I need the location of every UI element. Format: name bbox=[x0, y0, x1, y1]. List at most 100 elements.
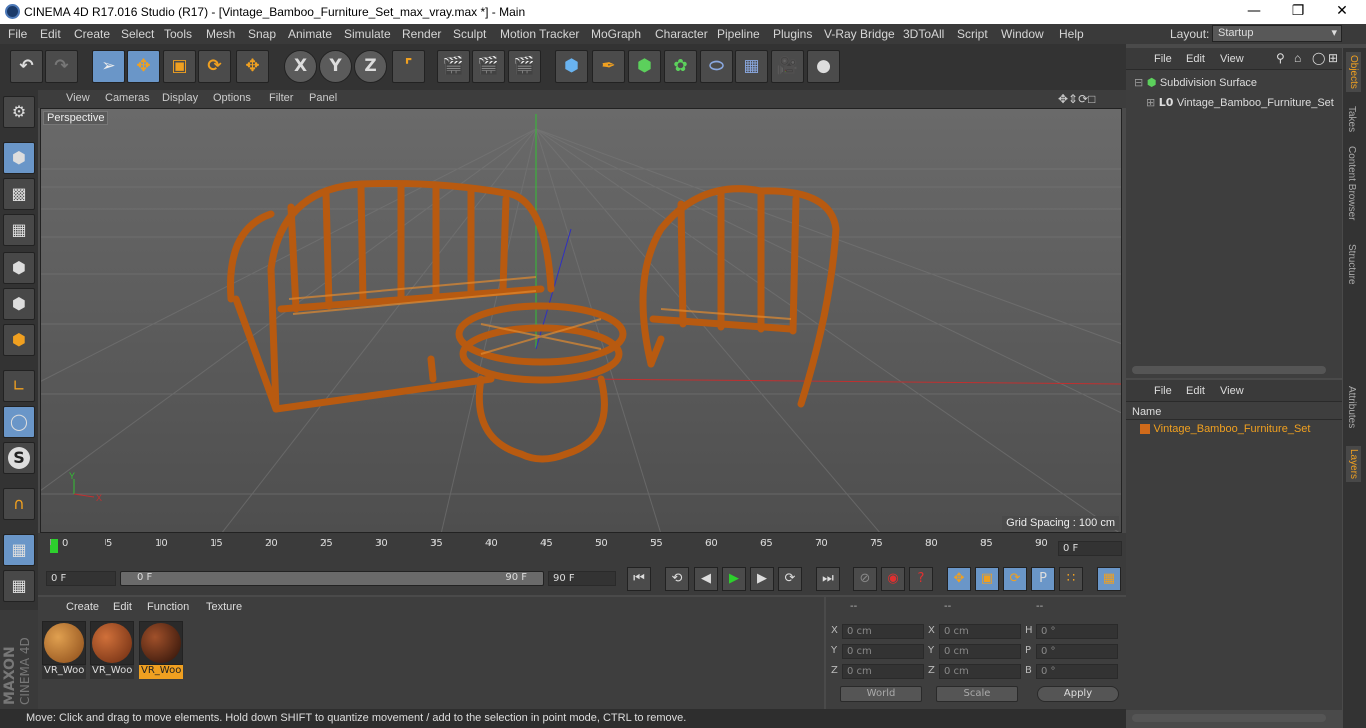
menu-create[interactable]: Create bbox=[74, 27, 110, 41]
close-button[interactable]: ✕ bbox=[1320, 0, 1364, 24]
minimize-button[interactable]: — bbox=[1232, 0, 1276, 24]
go-to-end-button[interactable]: ⏭ bbox=[816, 567, 840, 591]
go-to-start-button[interactable]: ⏮ bbox=[627, 567, 651, 591]
z-axis-lock-button[interactable]: Z bbox=[354, 50, 387, 83]
camera-button[interactable]: 🎥 bbox=[771, 50, 804, 83]
new-window-icon[interactable]: ⊞ bbox=[1328, 51, 1338, 65]
timeline-track[interactable]: 0 5 10 15 20 25 30 35 40 45 50 55 60 65 … bbox=[50, 538, 1050, 559]
viewport-nav-icons[interactable]: ✥⇕⟳□ bbox=[1058, 92, 1095, 106]
tab-attributes[interactable]: Attributes bbox=[1346, 386, 1357, 428]
layout-select[interactable]: Startup ▾ bbox=[1212, 25, 1342, 42]
tab-layers[interactable]: Layers bbox=[1346, 446, 1361, 483]
material-menu-texture[interactable]: Texture bbox=[206, 601, 242, 613]
rotation-b-field[interactable]: 0 ° bbox=[1036, 664, 1118, 679]
menu-pipeline[interactable]: Pipeline bbox=[717, 27, 760, 41]
live-selection-button[interactable]: ➢ bbox=[92, 50, 125, 83]
key-scale-button[interactable]: ▣ bbox=[975, 567, 999, 591]
menu-animate[interactable]: Animate bbox=[288, 27, 332, 41]
autokey-help-button[interactable]: ? bbox=[909, 567, 933, 591]
end-frame-field[interactable]: 90 F bbox=[548, 571, 616, 586]
material-swatch[interactable]: VR_Woo bbox=[90, 621, 134, 679]
previous-frame-button[interactable]: ◀ bbox=[694, 567, 718, 591]
viewport-menu-cameras[interactable]: Cameras bbox=[105, 92, 150, 104]
material-swatch-selected[interactable]: VR_Woo bbox=[139, 621, 183, 679]
objects-menu-view[interactable]: View bbox=[1220, 53, 1244, 65]
size-x-field[interactable]: 0 cm bbox=[939, 624, 1021, 639]
menu-plugins[interactable]: Plugins bbox=[773, 27, 812, 41]
menu-mesh[interactable]: Mesh bbox=[206, 27, 235, 41]
viewport-menu-filter[interactable]: Filter bbox=[269, 92, 293, 104]
viewport-menu-display[interactable]: Display bbox=[162, 92, 198, 104]
make-editable-button[interactable]: ⚙ bbox=[3, 96, 35, 128]
home-icon[interactable]: ⌂ bbox=[1294, 51, 1301, 65]
menu-motion-tracker[interactable]: Motion Tracker bbox=[500, 27, 579, 41]
viewport-menu-options[interactable]: Options bbox=[213, 92, 251, 104]
menu-help[interactable]: Help bbox=[1059, 27, 1084, 41]
tab-content-browser[interactable]: Content Browser bbox=[1346, 146, 1357, 220]
locked-workplane-button[interactable]: ▦ bbox=[3, 570, 35, 602]
object-row-furniture-set[interactable]: ⊞ L0 Vintage_Bamboo_Furniture_Set bbox=[1146, 96, 1342, 114]
key-param-button[interactable]: P bbox=[1031, 567, 1055, 591]
record-button[interactable]: ◉ bbox=[881, 567, 905, 591]
menu-tools[interactable]: Tools bbox=[164, 27, 192, 41]
size-z-field[interactable]: 0 cm bbox=[939, 664, 1021, 679]
tweak-mode-button[interactable]: ◯ bbox=[3, 406, 35, 438]
light-button[interactable]: ● bbox=[807, 50, 840, 83]
position-x-field[interactable]: 0 cm bbox=[842, 624, 924, 639]
material-menu-edit[interactable]: Edit bbox=[113, 601, 132, 613]
current-frame-field[interactable]: 0 F bbox=[1058, 541, 1122, 556]
menu-simulate[interactable]: Simulate bbox=[344, 27, 391, 41]
texture-mode-button[interactable]: ▩ bbox=[3, 178, 35, 210]
layers-menu-file[interactable]: File bbox=[1154, 385, 1172, 397]
rotate-tool-button[interactable]: ⟳ bbox=[198, 50, 231, 83]
objects-menu-edit[interactable]: Edit bbox=[1186, 53, 1205, 65]
menu-select[interactable]: Select bbox=[121, 27, 154, 41]
key-position-button[interactable]: ✥ bbox=[947, 567, 971, 591]
horizontal-scrollbar[interactable] bbox=[1132, 714, 1326, 722]
x-axis-lock-button[interactable]: X bbox=[284, 50, 317, 83]
material-menu-function[interactable]: Function bbox=[147, 601, 189, 613]
render-settings-button[interactable]: 🎬 bbox=[508, 50, 541, 83]
menu-window[interactable]: Window bbox=[1001, 27, 1044, 41]
record-off-button[interactable]: ⊘ bbox=[853, 567, 877, 591]
previous-key-button[interactable]: ⟲ bbox=[665, 567, 689, 591]
material-swatch[interactable]: VR_Woo bbox=[42, 621, 86, 679]
range-slider[interactable]: 0 F 90 F bbox=[120, 571, 544, 586]
objects-menu-file[interactable]: File bbox=[1154, 53, 1172, 65]
tab-objects[interactable]: Objects bbox=[1346, 52, 1361, 92]
render-view-button[interactable]: 🎬 bbox=[437, 50, 470, 83]
solo-button[interactable]: S bbox=[3, 442, 35, 474]
menu-mograph[interactable]: MoGraph bbox=[591, 27, 641, 41]
coordinate-system-button[interactable]: ⌜ bbox=[392, 50, 425, 83]
subdivision-surface-button[interactable]: ⬢ bbox=[628, 50, 661, 83]
playhead-marker[interactable] bbox=[50, 539, 58, 553]
tab-takes[interactable]: Takes bbox=[1346, 106, 1357, 132]
tab-structure[interactable]: Structure bbox=[1346, 244, 1357, 285]
scale-select[interactable]: Scale bbox=[936, 686, 1018, 702]
viewport-menu-panel[interactable]: Panel bbox=[309, 92, 337, 104]
y-axis-lock-button[interactable]: Y bbox=[319, 50, 352, 83]
points-mode-button[interactable]: ⬢ bbox=[3, 252, 35, 284]
recent-tool-button[interactable]: ✥ bbox=[236, 50, 269, 83]
perspective-viewport[interactable]: Y X Perspective Grid Spacing : 100 cm bbox=[40, 108, 1122, 533]
workplane-button[interactable]: ▦ bbox=[3, 534, 35, 566]
deformer-button[interactable]: ⬭ bbox=[700, 50, 733, 83]
menu-vray-bridge[interactable]: V-Ray Bridge bbox=[824, 27, 895, 41]
model-mode-button[interactable]: ⬢ bbox=[3, 142, 35, 174]
object-row-subdivision[interactable]: ⊟ ⬢ Subdivision Surface bbox=[1134, 76, 1334, 94]
array-button[interactable]: ✿ bbox=[664, 50, 697, 83]
menu-character[interactable]: Character bbox=[655, 27, 708, 41]
position-y-field[interactable]: 0 cm bbox=[842, 644, 924, 659]
play-button[interactable]: ▶ bbox=[722, 567, 746, 591]
viewport-menu-view[interactable]: View bbox=[66, 92, 90, 104]
workplane-mode-button[interactable]: ▦ bbox=[3, 214, 35, 246]
key-pla-button[interactable]: ∷ bbox=[1059, 567, 1083, 591]
cube-primitive-button[interactable]: ⬢ bbox=[555, 50, 588, 83]
menu-3dtoall[interactable]: 3DToAll bbox=[903, 27, 944, 41]
maximize-button[interactable]: ❐ bbox=[1276, 0, 1320, 24]
rotation-p-field[interactable]: 0 ° bbox=[1036, 644, 1118, 659]
next-frame-button[interactable]: ▶ bbox=[750, 567, 774, 591]
edges-mode-button[interactable]: ⬢ bbox=[3, 288, 35, 320]
menu-sculpt[interactable]: Sculpt bbox=[453, 27, 486, 41]
apply-button[interactable]: Apply bbox=[1037, 686, 1119, 702]
